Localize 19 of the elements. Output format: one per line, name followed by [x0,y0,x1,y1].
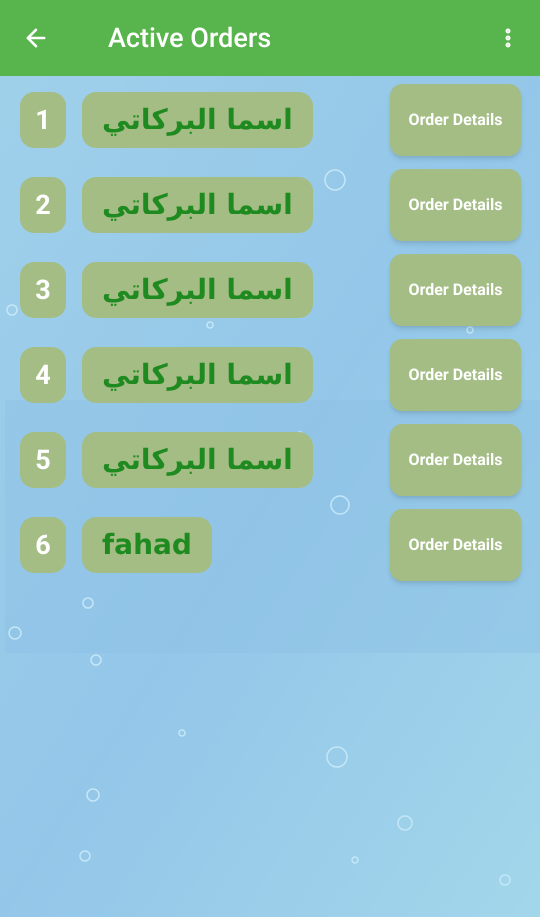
order-number: 1 [20,92,66,148]
order-details-button[interactable]: Order Details [390,254,521,326]
order-details-button[interactable]: Order Details [390,509,521,581]
order-number: 4 [20,347,66,403]
order-number: 6 [20,517,66,573]
customer-name: اسما البركاتي [82,92,313,148]
order-details-button[interactable]: Order Details [390,339,521,411]
customer-name: اسما البركاتي [82,262,313,318]
order-number: 5 [20,432,66,488]
app-bar-title: Active Orders [108,20,272,56]
customer-name: اسما البركاتي [82,347,313,403]
customer-name: اسما البركاتي [82,177,313,233]
customer-name: اسما البركاتي [82,432,313,488]
order-details-button[interactable]: Order Details [390,84,521,156]
customer-name: fahad [82,517,212,573]
order-details-button[interactable]: Order Details [390,169,521,241]
order-details-button[interactable]: Order Details [390,424,521,496]
order-number: 2 [20,177,66,233]
order-number: 3 [20,262,66,318]
